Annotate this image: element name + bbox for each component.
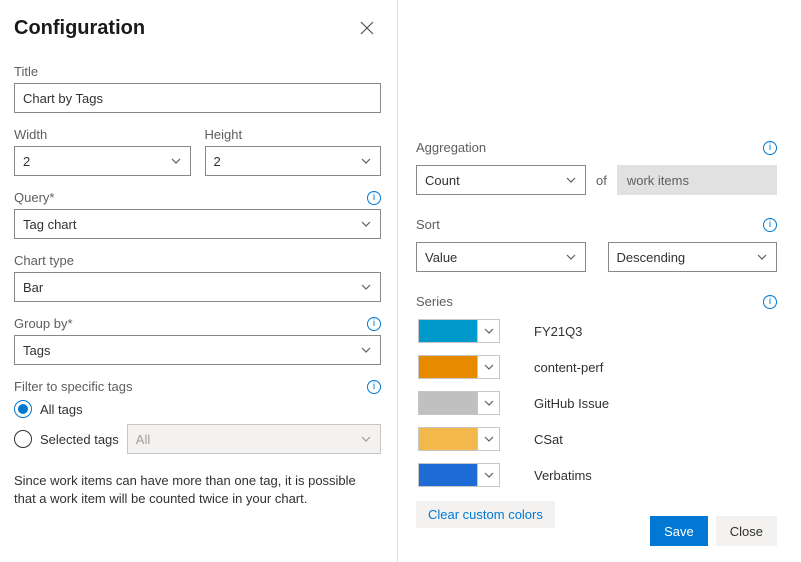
groupby-value: Tags (23, 343, 50, 358)
chevron-down-icon (360, 218, 372, 230)
info-icon[interactable]: i (763, 141, 777, 155)
chevron-down-icon (565, 174, 577, 186)
query-label: Query (14, 190, 54, 205)
series-name: FY21Q3 (534, 324, 582, 339)
chevron-down-icon (360, 155, 372, 167)
charttype-select[interactable]: Bar (14, 272, 381, 302)
chevron-down-icon (360, 433, 372, 445)
color-swatch (419, 428, 477, 450)
groupby-select[interactable]: Tags (14, 335, 381, 365)
chevron-down-icon (477, 464, 499, 486)
width-value: 2 (23, 154, 30, 169)
height-label: Height (205, 127, 243, 142)
aggregation-label: Aggregation (416, 140, 486, 155)
close-icon[interactable] (353, 14, 381, 42)
chevron-down-icon (756, 251, 768, 263)
chevron-down-icon (170, 155, 182, 167)
color-swatch (419, 320, 477, 342)
radio-all-tags[interactable] (14, 400, 32, 418)
color-swatch (419, 356, 477, 378)
color-swatch (419, 464, 477, 486)
chevron-down-icon (565, 251, 577, 263)
aggregation-value: Count (425, 173, 460, 188)
filter-label: Filter to specific tags (14, 379, 133, 394)
help-text: Since work items can have more than one … (14, 472, 381, 508)
groupby-label: Group by (14, 316, 73, 331)
info-icon[interactable]: i (367, 191, 381, 205)
series-color-picker[interactable] (418, 463, 500, 487)
info-icon[interactable]: i (763, 295, 777, 309)
series-row: GitHub Issue (416, 391, 777, 415)
series-color-picker[interactable] (418, 319, 500, 343)
info-icon[interactable]: i (763, 218, 777, 232)
color-swatch (419, 392, 477, 414)
sort-direction-select[interactable]: Descending (608, 242, 778, 272)
title-label: Title (14, 64, 38, 79)
sort-direction-value: Descending (617, 250, 686, 265)
save-button[interactable]: Save (650, 516, 708, 546)
aggregation-target-value: work items (627, 173, 689, 188)
height-select[interactable]: 2 (205, 146, 382, 176)
title-input[interactable]: Chart by Tags (14, 83, 381, 113)
title-value: Chart by Tags (23, 91, 103, 106)
clear-custom-colors-button[interactable]: Clear custom colors (416, 501, 555, 528)
series-row: content-perf (416, 355, 777, 379)
series-name: GitHub Issue (534, 396, 609, 411)
chevron-down-icon (360, 281, 372, 293)
page-title: Configuration (14, 17, 145, 40)
chevron-down-icon (477, 356, 499, 378)
series-name: content-perf (534, 360, 603, 375)
selected-tags-placeholder: All (136, 432, 150, 447)
aggregation-select[interactable]: Count (416, 165, 586, 195)
series-name: CSat (534, 432, 563, 447)
close-button[interactable]: Close (716, 516, 777, 546)
series-row: CSat (416, 427, 777, 451)
of-label: of (596, 173, 607, 188)
radio-selected-label: Selected tags (40, 432, 119, 447)
radio-selected-tags[interactable] (14, 430, 32, 448)
chevron-down-icon (477, 320, 499, 342)
charttype-label: Chart type (14, 253, 74, 268)
series-label: Series (416, 294, 453, 309)
height-value: 2 (214, 154, 221, 169)
series-color-picker[interactable] (418, 355, 500, 379)
aggregation-target: work items (617, 165, 777, 195)
chevron-down-icon (477, 428, 499, 450)
chevron-down-icon (360, 344, 372, 356)
info-icon[interactable]: i (367, 317, 381, 331)
width-select[interactable]: 2 (14, 146, 191, 176)
width-label: Width (14, 127, 47, 142)
info-icon[interactable]: i (367, 380, 381, 394)
chevron-down-icon (477, 392, 499, 414)
query-select[interactable]: Tag chart (14, 209, 381, 239)
sort-label: Sort (416, 217, 440, 232)
series-name: Verbatims (534, 468, 592, 483)
query-value: Tag chart (23, 217, 76, 232)
radio-all-label: All tags (40, 402, 83, 417)
series-color-picker[interactable] (418, 391, 500, 415)
charttype-value: Bar (23, 280, 43, 295)
sort-field-select[interactable]: Value (416, 242, 586, 272)
series-row: FY21Q3 (416, 319, 777, 343)
selected-tags-select: All (127, 424, 381, 454)
series-color-picker[interactable] (418, 427, 500, 451)
series-row: Verbatims (416, 463, 777, 487)
sort-field-value: Value (425, 250, 457, 265)
